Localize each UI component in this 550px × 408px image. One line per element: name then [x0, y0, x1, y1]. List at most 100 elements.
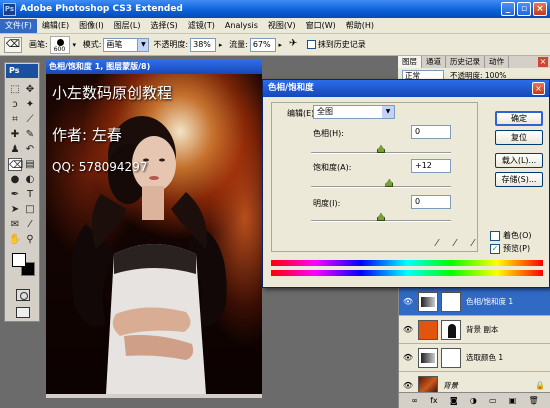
- notes-tool-icon[interactable]: ✉: [8, 218, 22, 231]
- image-canvas[interactable]: 小左数码原创教程 作者: 左春 QQ: 578094297: [46, 74, 262, 394]
- marquee-tool-icon[interactable]: ⬚: [8, 83, 22, 96]
- layer-name: 色相/饱和度 1: [466, 297, 514, 306]
- layer-selective-color[interactable]: 👁 选取颜色 1: [399, 344, 550, 372]
- tab-actions[interactable]: 动作: [485, 56, 509, 68]
- colorize-option[interactable]: 着色(O): [490, 230, 532, 241]
- history-brush-tool-icon[interactable]: ↶: [23, 143, 37, 156]
- saturation-input[interactable]: +12: [411, 159, 451, 173]
- lightness-input[interactable]: 0: [411, 195, 451, 209]
- save-button[interactable]: 存储(S)...: [495, 172, 543, 187]
- maximize-button[interactable]: ▫: [517, 2, 531, 16]
- eye-icon[interactable]: 👁: [401, 323, 415, 337]
- eyedropper-minus-icon[interactable]: ⁄: [467, 238, 479, 252]
- hue-input[interactable]: 0: [411, 125, 451, 139]
- menu-filter[interactable]: 滤镜(T): [183, 19, 220, 33]
- menu-window[interactable]: 窗口(W): [301, 19, 341, 33]
- watermark-qq: QQ: 578094297: [52, 160, 148, 174]
- new-layer-icon[interactable]: ▣: [509, 396, 517, 405]
- eyedropper-tool-icon[interactable]: ⁄: [23, 218, 37, 231]
- airbrush-icon[interactable]: ✈: [289, 38, 303, 52]
- layer-background-copy[interactable]: 👁 背景 副本: [399, 316, 550, 344]
- dialog-close-icon[interactable]: ×: [532, 82, 545, 95]
- healing-brush-tool-icon[interactable]: ✚: [8, 128, 22, 141]
- preview-option[interactable]: ✓ 预览(P): [490, 243, 530, 254]
- dodge-tool-icon[interactable]: ◐: [23, 173, 37, 186]
- adjustment-layer-icon[interactable]: ◑: [470, 396, 477, 405]
- hand-tool-icon[interactable]: ✋: [8, 233, 22, 246]
- layer-name: 背景: [443, 381, 458, 390]
- hue-saturation-dialog: 色相/饱和度 × 编辑(E): 全图 ▼ 色相(H): 0 饱和度(A): +1…: [262, 79, 550, 288]
- menu-view[interactable]: 视图(V): [263, 19, 301, 33]
- gradient-tool-icon[interactable]: ▤: [23, 158, 37, 171]
- menu-image[interactable]: 图像(I): [74, 19, 109, 33]
- shape-tool-icon[interactable]: □: [23, 203, 37, 216]
- type-tool-icon[interactable]: T: [23, 188, 37, 201]
- add-mask-icon[interactable]: ◙: [450, 396, 458, 405]
- eraser-preset-icon[interactable]: ⌫: [4, 36, 22, 53]
- colorize-checkbox[interactable]: [490, 230, 500, 241]
- erase-to-history-checkbox[interactable]: [306, 40, 316, 49]
- move-tool-icon[interactable]: ✥: [23, 83, 37, 96]
- preview-checkbox[interactable]: ✓: [490, 243, 500, 254]
- mode-select[interactable]: 画笔 ▼: [103, 37, 150, 52]
- layer-mask-thumb[interactable]: [441, 291, 461, 312]
- eyedropper-plus-icon[interactable]: ⁄: [449, 238, 461, 252]
- quick-mask-icon[interactable]: [16, 289, 30, 301]
- tab-layers[interactable]: 图层: [398, 56, 422, 68]
- watermark-author: 作者: 左春: [52, 126, 122, 144]
- eye-icon[interactable]: 👁: [401, 351, 415, 365]
- crop-tool-icon[interactable]: ⌗: [8, 113, 22, 126]
- opacity-arrow-icon[interactable]: ▸: [216, 38, 225, 52]
- opacity-input[interactable]: 38%: [190, 37, 217, 52]
- brush-preset-picker[interactable]: 600: [49, 35, 70, 54]
- layer-hue-saturation[interactable]: 👁 色相/饱和度 1: [399, 288, 550, 316]
- toolbox-badge: Ps: [6, 64, 38, 78]
- slice-tool-icon[interactable]: ⟋: [23, 113, 37, 126]
- eye-icon[interactable]: 👁: [401, 379, 415, 393]
- minimize-button[interactable]: _: [501, 2, 515, 16]
- group-icon[interactable]: ▭: [489, 396, 497, 405]
- chevron-down-icon: ▼: [382, 106, 394, 118]
- layer-style-icon[interactable]: fx: [430, 396, 438, 405]
- layer-mask-thumb[interactable]: [441, 319, 461, 340]
- photoshop-logo-icon: Ps: [3, 2, 16, 16]
- close-window-button[interactable]: ×: [533, 2, 547, 16]
- trash-icon[interactable]: 🗑: [529, 396, 539, 405]
- foreground-color-swatch[interactable]: [12, 253, 26, 267]
- blur-tool-icon[interactable]: ●: [8, 173, 22, 186]
- flow-arrow-icon[interactable]: ▸: [276, 38, 285, 52]
- zoom-tool-icon[interactable]: ⚲: [23, 233, 37, 246]
- eye-icon[interactable]: 👁: [401, 295, 415, 309]
- brush-tip-icon: [56, 38, 64, 46]
- menu-layer[interactable]: 图层(L): [109, 19, 146, 33]
- panel-close-icon[interactable]: ×: [538, 57, 548, 67]
- tab-channels[interactable]: 通道: [422, 56, 446, 68]
- clone-stamp-tool-icon[interactable]: ♟: [8, 143, 22, 156]
- ok-button[interactable]: 确定: [495, 111, 543, 126]
- edit-range-select[interactable]: 全图 ▼: [313, 105, 395, 119]
- magic-wand-tool-icon[interactable]: ✦: [23, 98, 37, 111]
- flow-input[interactable]: 67%: [249, 37, 276, 52]
- pen-tool-icon[interactable]: ✒: [8, 188, 22, 201]
- lasso-tool-icon[interactable]: ↄ: [8, 98, 22, 111]
- menu-select[interactable]: 选择(S): [145, 19, 182, 33]
- tab-history[interactable]: 历史记录: [446, 56, 485, 68]
- watermark-title: 小左数码原创教程: [52, 84, 173, 102]
- screen-mode-icon[interactable]: [16, 307, 30, 318]
- saturation-slider-track[interactable]: [311, 186, 451, 188]
- brush-dropdown-icon[interactable]: ▾: [70, 38, 79, 52]
- layer-mask-thumb[interactable]: [441, 347, 461, 368]
- brush-label: 画笔:: [29, 40, 48, 49]
- eraser-tool-icon[interactable]: ⌫: [8, 158, 23, 171]
- reset-button[interactable]: 复位: [495, 130, 543, 145]
- menu-analysis[interactable]: Analysis: [220, 19, 263, 33]
- brush-tool-icon[interactable]: ✎: [23, 128, 37, 141]
- eyedropper-icon[interactable]: ⁄: [431, 238, 443, 252]
- menu-edit[interactable]: 编辑(E): [37, 19, 74, 33]
- preview-label: 预览(P): [503, 244, 531, 253]
- path-selection-tool-icon[interactable]: ➤: [8, 203, 22, 216]
- link-layers-icon[interactable]: ∞: [411, 396, 418, 405]
- menu-file[interactable]: 文件(F): [0, 18, 37, 33]
- load-button[interactable]: 载入(L)...: [495, 153, 543, 168]
- menu-help[interactable]: 帮助(H): [341, 19, 379, 33]
